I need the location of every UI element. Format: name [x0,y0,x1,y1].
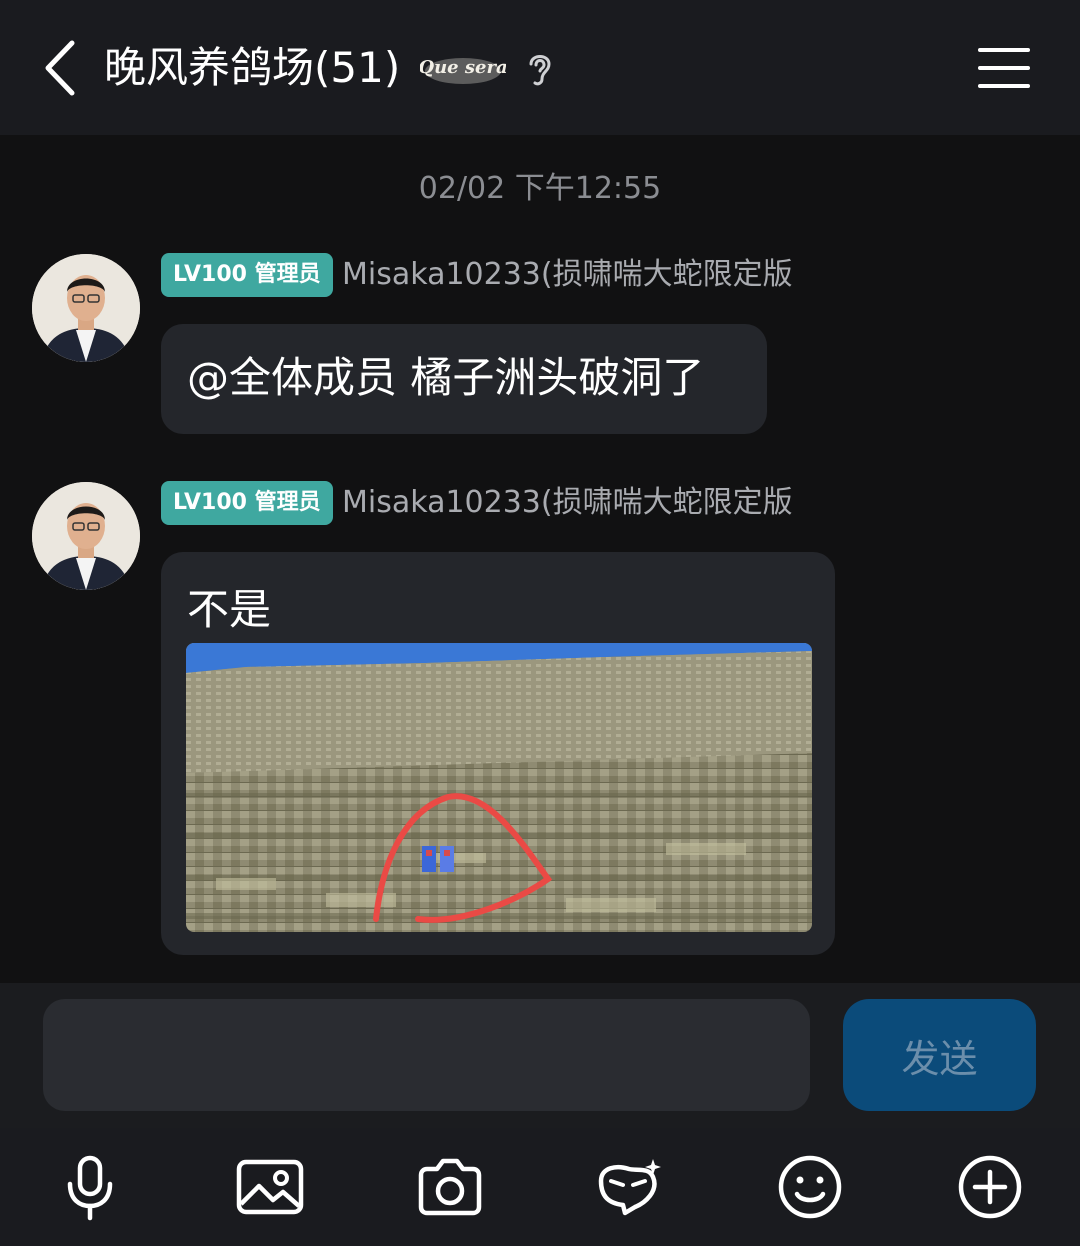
sender-avatar[interactable] [32,482,140,590]
message-bubble[interactable]: @全体成员 橘子洲头破洞了 [161,324,767,434]
send-button[interactable]: 发送 [843,999,1036,1111]
message-text: @全体成员 橘子洲头破洞了 [187,353,705,402]
menu-button[interactable] [972,42,1036,94]
camera-icon [418,1158,482,1216]
top-bar: 晚风养鸽场(51) Que sera [0,0,1080,135]
message-input[interactable] [43,999,810,1111]
microphone-icon [67,1155,113,1221]
hamburger-menu-icon [978,48,1030,88]
sender-name[interactable]: Misaka10233(损啸喘大蛇限定版 [342,253,793,297]
back-button[interactable] [30,36,90,100]
message-image[interactable] [186,643,812,932]
chevron-left-icon [45,40,75,96]
chat-title[interactable]: 晚风养鸽场(51) [104,36,400,100]
camera-button[interactable] [405,1142,495,1232]
chat-area[interactable]: 02/02 下午12:55 LV100 管理员 Misaka10233(损啸喘大… [0,135,1080,983]
sticker-icon [598,1159,661,1216]
group-tag-text: Que sera [420,57,506,78]
emoji-icon [778,1155,842,1219]
message-bubble[interactable]: 不是 [161,552,835,955]
level-badge: LV100 管理员 [161,253,333,297]
more-button[interactable] [945,1142,1035,1232]
input-bar: 发送 [0,983,1080,1128]
gallery-button[interactable] [225,1142,315,1232]
message-timestamp: 02/02 下午12:55 [418,171,662,206]
group-tag-badge: Que sera [418,44,508,92]
plus-icon [958,1155,1022,1219]
emoji-button[interactable] [765,1142,855,1232]
message-text: 不是 [187,585,272,634]
sender-name[interactable]: Misaka10233(损啸喘大蛇限定版 [342,481,793,525]
ear-icon[interactable] [520,48,560,88]
voice-button[interactable] [45,1142,135,1232]
sender-avatar[interactable] [32,254,140,362]
bottom-toolbar [0,1128,1080,1246]
level-badge: LV100 管理员 [161,481,333,525]
image-icon [236,1159,304,1215]
sticker-button[interactable] [585,1142,675,1232]
